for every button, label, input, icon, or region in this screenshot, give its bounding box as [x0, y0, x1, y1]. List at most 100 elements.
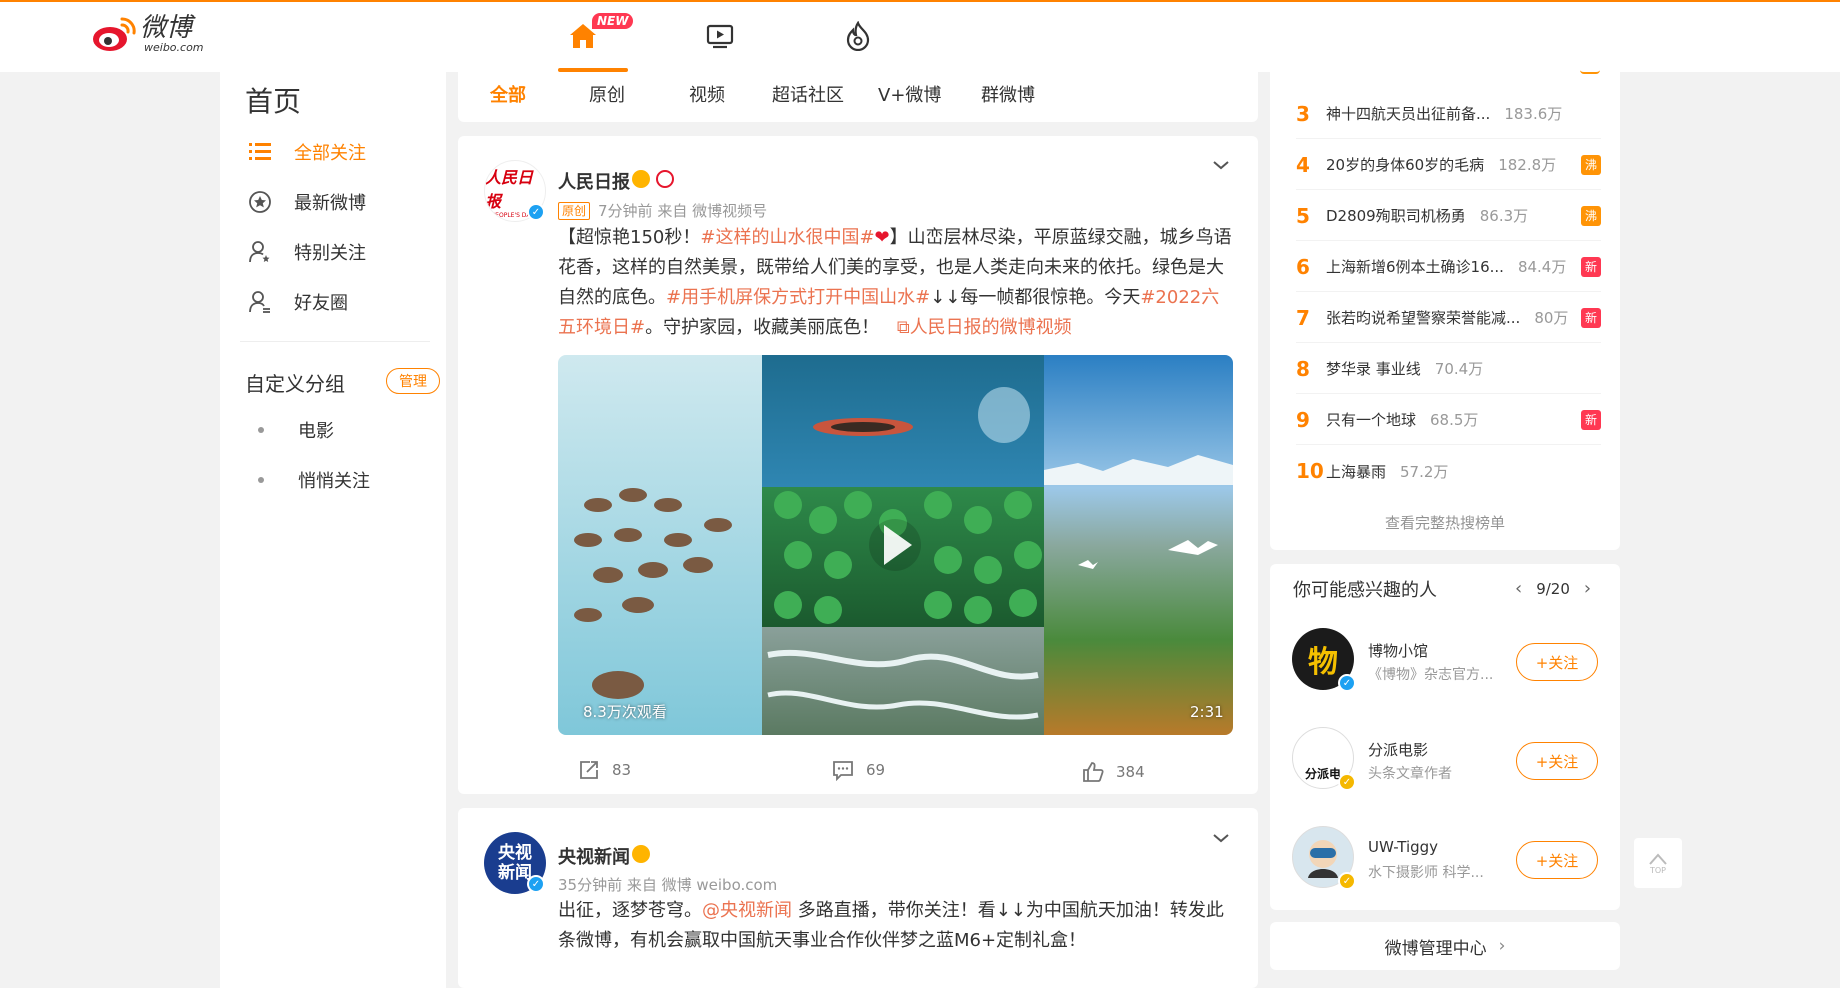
weibo-manage-center-link[interactable]: 微博管理中心 ›: [1270, 922, 1620, 970]
sidebar-item-friends[interactable]: 好友圈: [248, 287, 428, 317]
recommend-item: 分派电 ✓ 分派电影 头条文章作者 +关注: [1292, 713, 1602, 811]
tab-super-topic[interactable]: 超话社区: [772, 83, 844, 109]
group-item-label: 悄悄关注: [298, 471, 370, 492]
hot-icon: [846, 21, 870, 51]
manage-groups-button[interactable]: 管理: [386, 368, 440, 394]
original-tag: 原创: [558, 201, 591, 220]
recommend-name[interactable]: 分派电影: [1368, 739, 1428, 760]
recommend-desc: 水下摄影师 科学...: [1368, 865, 1484, 881]
user-star-icon: [248, 240, 272, 264]
video-thumbnail: [558, 355, 1233, 735]
video-link-icon: ⧉: [896, 317, 910, 338]
recommend-name[interactable]: 博物小馆: [1368, 640, 1428, 661]
prev-chevron-icon[interactable]: ‹: [1515, 578, 1522, 599]
comment-icon: [830, 757, 856, 783]
post-menu-chevron-icon[interactable]: [1211, 155, 1231, 175]
recommend-pager: ‹ 9/20 ›: [1515, 578, 1591, 599]
eye-badge-icon: [656, 170, 674, 188]
vip-badge-icon: [632, 170, 650, 188]
post-meta: 7分钟前 来自 微博视频号: [598, 202, 768, 220]
nav-video[interactable]: [700, 16, 740, 56]
back-to-top-button[interactable]: TOP: [1634, 838, 1682, 888]
bullet-dot: [258, 427, 264, 433]
weibo-logo-icon: [92, 15, 138, 53]
hot-badge-partial: [1580, 66, 1600, 74]
post-username[interactable]: 央视新闻: [558, 843, 630, 869]
topic-link[interactable]: #这样的山水很中国#: [700, 227, 874, 248]
sidebar-item-label: 特别关注: [294, 243, 366, 264]
sidebar-item-label: 全部关注: [294, 143, 366, 164]
verified-gold-icon: ✓: [1338, 872, 1356, 890]
pager-count: 9/20: [1536, 579, 1570, 598]
hot-search-item[interactable]: 3 神十四航天员出征前备... 183.6万: [1296, 89, 1601, 139]
users-icon: [248, 290, 272, 314]
video-views: 8.3万次观看: [583, 703, 667, 721]
recommend-item: 物 ✓ 博物小馆 《博物》杂志官方... +关注: [1292, 614, 1602, 712]
arrow-up-icon: [1649, 852, 1667, 865]
video-link[interactable]: ⧉人民日报的微博视频: [897, 317, 1072, 338]
logo-domain: weibo.com: [144, 41, 204, 54]
hot-search-item[interactable]: 8 梦华录 事业线 70.4万: [1296, 344, 1601, 394]
view-full-hot-list-link[interactable]: 查看完整热搜榜单: [1270, 512, 1620, 533]
sidebar-item-label: 好友圈: [294, 293, 348, 314]
repost-count: 83: [612, 761, 632, 779]
new-badge: 新: [1581, 256, 1601, 277]
like-button[interactable]: 384: [1080, 759, 1145, 785]
heart-icon: ❤: [874, 227, 890, 248]
follow-button[interactable]: +关注: [1516, 841, 1598, 879]
chevron-right-icon: ›: [1498, 936, 1506, 956]
follow-button[interactable]: +关注: [1516, 643, 1598, 681]
hot-search-item[interactable]: 6 上海新增6例本土确诊16... 84.4万 新: [1296, 242, 1601, 292]
verified-icon: ✓: [527, 203, 545, 221]
hot-search-item[interactable]: 4 20岁的身体60岁的毛病 182.8万 沸: [1296, 140, 1601, 190]
video-icon: [706, 24, 734, 49]
sidebar-divider: [240, 341, 430, 342]
comment-count: 69: [866, 761, 886, 779]
video-player[interactable]: [558, 355, 1233, 735]
repost-button[interactable]: 83: [576, 757, 631, 783]
vip-badge-icon: [632, 845, 650, 863]
follow-button[interactable]: +关注: [1516, 742, 1598, 780]
new-badge: NEW: [592, 13, 634, 29]
new-badge: 新: [1581, 409, 1601, 430]
feed-tabs-bar: [458, 72, 1258, 122]
recommend-item: ✓ UW-Tiggy 水下摄影师 科学... +关注: [1292, 812, 1602, 910]
tab-original[interactable]: 原创: [589, 83, 625, 109]
hot-search-item[interactable]: 9 只有一个地球 68.5万 新: [1296, 395, 1601, 445]
recommend-title: 你可能感兴趣的人: [1293, 580, 1437, 601]
tab-group[interactable]: 群微博: [981, 83, 1035, 109]
bullet-dot: [258, 477, 264, 483]
sidebar-item-all-follow[interactable]: 全部关注: [248, 137, 428, 167]
hot-search-item[interactable]: 7 张若昀说希望警察荣誉能减... 80万 新: [1296, 293, 1601, 343]
verified-gold-icon: ✓: [1338, 773, 1356, 791]
group-item-quiet[interactable]: 悄悄关注: [258, 465, 370, 495]
group-item-label: 电影: [298, 421, 334, 442]
hot-badge: 沸: [1581, 205, 1601, 226]
tab-video[interactable]: 视频: [689, 83, 725, 109]
next-chevron-icon[interactable]: ›: [1584, 578, 1591, 599]
comment-button[interactable]: 69: [830, 757, 885, 783]
new-badge: 新: [1581, 307, 1601, 328]
mention-link[interactable]: @央视新闻: [702, 900, 792, 921]
hot-search-item[interactable]: 10 上海暴雨 57.2万: [1296, 446, 1601, 496]
post-menu-chevron-icon[interactable]: [1211, 828, 1231, 848]
recommend-desc: 头条文章作者: [1368, 766, 1452, 782]
tab-vplus[interactable]: V+微博: [878, 83, 941, 109]
recommend-name[interactable]: UW-Tiggy: [1368, 838, 1438, 856]
logo-text: 微博: [140, 13, 193, 43]
nav-hot[interactable]: [838, 16, 878, 56]
weibo-logo[interactable]: 微博 weibo.com: [92, 14, 204, 54]
sidebar-item-latest[interactable]: 最新微博: [248, 187, 428, 217]
topic-link[interactable]: #用手机屏保方式打开中国山水#: [666, 287, 930, 308]
sidebar-title: 首页: [245, 85, 302, 118]
post-text: 【超惊艳150秒！#这样的山水很中国#❤】山峦层林尽染，平原蓝绿交融，城乡鸟语花…: [558, 227, 1232, 338]
post-username[interactable]: 人民日报: [558, 168, 630, 194]
thumbs-up-icon: [1080, 759, 1106, 785]
video-duration: 2:31: [1190, 703, 1224, 721]
sidebar-item-special[interactable]: 特别关注: [248, 237, 428, 267]
hot-search-item[interactable]: 5 D2809殉职司机杨勇 86.3万 沸: [1296, 191, 1601, 241]
recommend-desc: 《博物》杂志官方...: [1368, 667, 1494, 683]
tab-all[interactable]: 全部: [490, 83, 526, 109]
verified-icon: ✓: [1338, 674, 1356, 692]
group-item-movie[interactable]: 电影: [258, 415, 334, 445]
